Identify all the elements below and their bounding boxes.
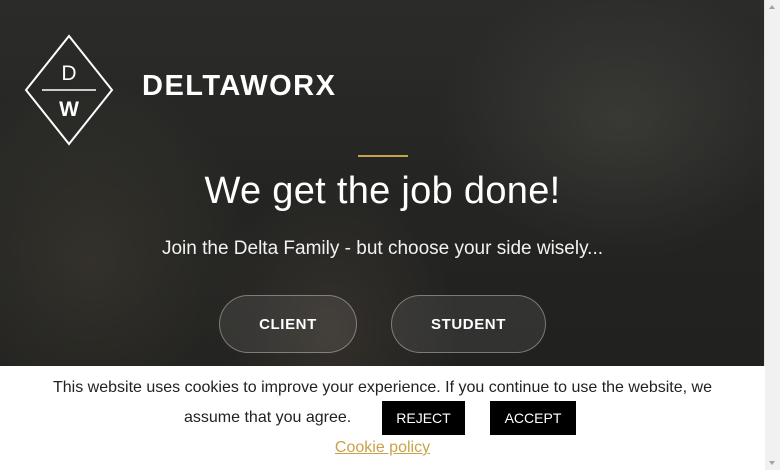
- cookie-banner: This website uses cookies to improve you…: [0, 366, 765, 470]
- logo-letter-d: D: [61, 62, 76, 85]
- cookie-message-line2: assume that you agree.: [184, 409, 352, 426]
- client-button[interactable]: CLIENT: [219, 295, 357, 353]
- brand-name[interactable]: DELTAWORX: [142, 70, 336, 103]
- cookie-message-line1: This website uses cookies to improve you…: [52, 379, 712, 396]
- scroll-down-arrow-icon[interactable]: [769, 461, 775, 465]
- hero-headline: We get the job done!: [204, 170, 561, 212]
- cookie-action-row: assume that you agree. REJECT ACCEPT: [0, 401, 765, 435]
- page-scrollbar[interactable]: [764, 0, 780, 470]
- hero-subline: Join the Delta Family - but choose your …: [161, 238, 604, 259]
- student-button[interactable]: STUDENT: [391, 295, 546, 353]
- scroll-up-arrow-icon[interactable]: [769, 5, 775, 9]
- accept-button[interactable]: ACCEPT: [490, 401, 576, 435]
- deltaworx-logo[interactable]: D W: [24, 34, 114, 151]
- reject-button[interactable]: REJECT: [382, 401, 465, 435]
- logo-letter-w: W: [59, 98, 79, 121]
- gold-divider: [358, 155, 408, 157]
- diamond-logo-icon: D W: [24, 34, 114, 146]
- cookie-policy-link[interactable]: Cookie policy: [0, 439, 765, 457]
